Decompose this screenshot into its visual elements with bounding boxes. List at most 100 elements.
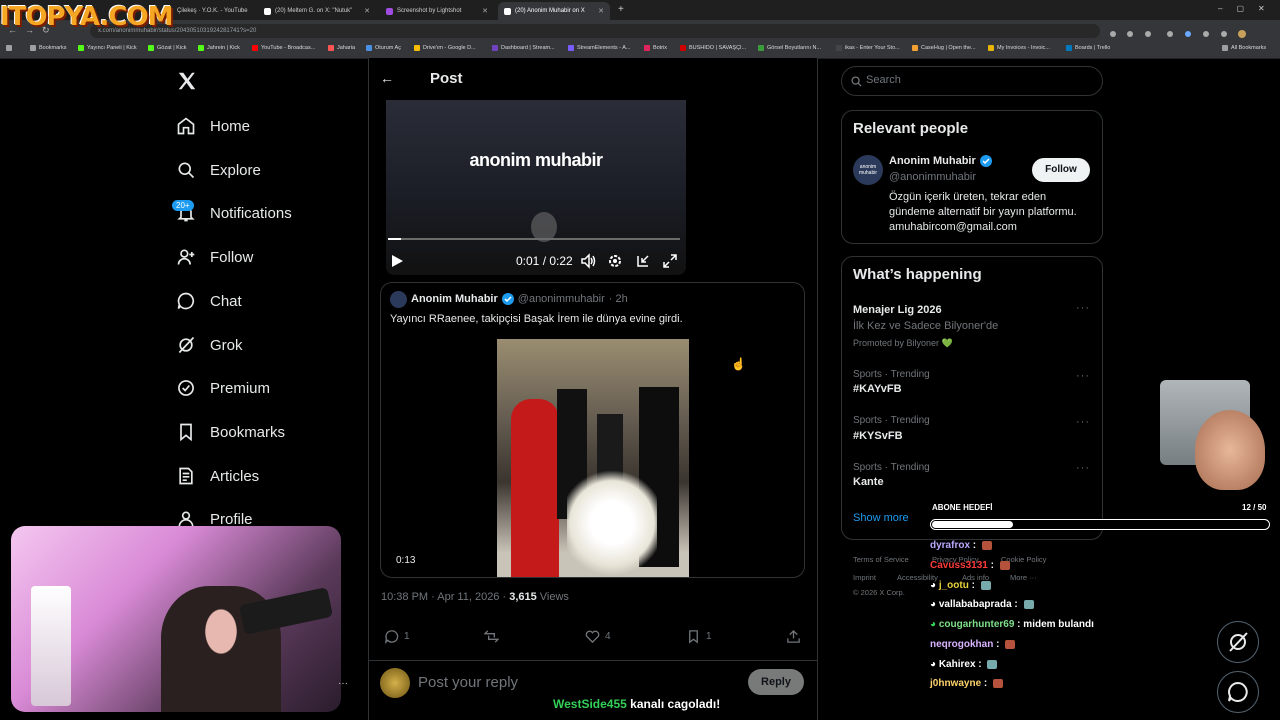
browser-tab-active[interactable]: (20) Anonim Muhabir on X ✕ <box>498 2 610 20</box>
pip-icon[interactable] <box>635 253 651 274</box>
bookmark-item[interactable]: Gözat | Kick <box>148 45 187 51</box>
video-player[interactable] <box>386 100 686 275</box>
bookmark-item[interactable]: My Invoices - Invoic... <box>988 45 1050 51</box>
avatar[interactable]: anonim muhabir <box>853 155 883 185</box>
nav-bookmarks[interactable]: Bookmarks <box>176 418 285 446</box>
goal-label: ABONE HEDEFİ <box>932 503 993 512</box>
show-more-link[interactable]: Show more <box>853 512 909 524</box>
bookmark-item[interactable]: Dashboard | Stream... <box>492 45 555 51</box>
chat-message: j0hnwayne : <box>930 678 1004 689</box>
video-progress-track[interactable] <box>388 238 680 240</box>
close-icon[interactable]: ✕ <box>364 7 370 15</box>
repost-icon <box>484 630 499 643</box>
nav-explore[interactable]: Explore <box>176 156 261 184</box>
bookmark-item[interactable]: ikas - Enter Your Sto... <box>836 45 900 51</box>
close-icon[interactable]: ✕ <box>482 7 488 15</box>
trend-name[interactable]: #KYSvFB <box>853 430 903 442</box>
window-controls[interactable]: –▢✕ <box>1218 4 1279 13</box>
follow-button[interactable]: Follow <box>1032 158 1090 182</box>
bookmark-item[interactable]: All Bookmarks <box>1222 45 1266 51</box>
x-logo-icon[interactable] <box>176 70 198 92</box>
notification-badge: 20+ <box>172 200 194 211</box>
more-icon[interactable]: ··· <box>1076 370 1090 382</box>
video-brand-text: anonim muhabir <box>469 150 603 170</box>
more-icon[interactable]: ··· <box>338 678 348 689</box>
chat-message: ◕ j_ootu : <box>930 580 991 591</box>
watermark-logo: ITOPYA.COM <box>0 2 173 32</box>
nav-follow[interactable]: Follow <box>176 243 253 271</box>
badge-icon: ◕ <box>930 580 939 591</box>
bookmark-item[interactable]: Görsel Boyutlarını N... <box>758 45 821 51</box>
emote-icon <box>1023 599 1034 609</box>
apps-icon[interactable] <box>6 45 12 51</box>
bookmark-item[interactable]: Jahrein | Kick <box>198 45 240 51</box>
reply-input[interactable]: Post your reply <box>418 674 518 691</box>
volume-icon[interactable] <box>580 253 596 274</box>
settings-icon[interactable] <box>607 253 623 274</box>
footer-link[interactable]: Terms of Service <box>853 555 909 564</box>
trend-name[interactable]: #KAYvFB <box>853 383 902 395</box>
repost-action[interactable] <box>484 629 504 644</box>
chat-message: ◕ vallababaprada : <box>930 599 1034 610</box>
webcam-overlay <box>11 526 341 712</box>
bookmark-item[interactable]: Yayıncı Paneli | Kick <box>78 45 137 51</box>
reply-action[interactable]: 1 <box>384 629 410 644</box>
more-icon[interactable]: ··· <box>1076 416 1090 428</box>
new-tab-button[interactable]: + <box>618 4 624 15</box>
column-decoration <box>31 586 71 706</box>
browser-tab[interactable]: Screenshot by Lightshot ✕ <box>380 2 494 20</box>
reply-button[interactable]: Reply <box>748 669 804 695</box>
more-icon[interactable]: ··· <box>1076 302 1090 314</box>
back-arrow-icon[interactable]: ← <box>380 70 394 86</box>
bookmark-item[interactable]: StreamElements - A... <box>568 45 631 51</box>
fullscreen-icon[interactable] <box>662 253 678 274</box>
play-icon[interactable] <box>390 254 404 273</box>
bookmark-item[interactable]: Oturum Aç <box>366 45 401 51</box>
extension-icons[interactable] <box>1108 26 1258 38</box>
nav-home[interactable]: Home <box>176 112 250 140</box>
badge-icon: ◕ <box>930 619 939 630</box>
extensions-icon <box>1110 30 1246 38</box>
bookmark-item[interactable]: Boards | Trello <box>1066 45 1110 51</box>
trend-name[interactable]: Menajer Lig 2026 <box>853 304 942 316</box>
post-meta: 10:38 PM · Apr 11, 2026 · 3,615 Views <box>381 591 569 603</box>
nav-premium[interactable]: Premium <box>176 374 270 402</box>
bookmark-item[interactable]: Jaharia <box>328 45 355 51</box>
trend-name[interactable]: Kante <box>853 476 884 488</box>
nav-grok[interactable]: Grok <box>176 331 243 359</box>
search-icon <box>851 74 862 92</box>
chat-message: Cavuss3131 : <box>930 560 1010 571</box>
bookmark-item[interactable]: Bookmarks <box>30 45 67 51</box>
nav-chat[interactable]: Chat <box>176 287 242 315</box>
more-icon[interactable]: ··· <box>1076 462 1090 474</box>
browser-tab[interactable]: (20) Meltem G. on X: "Nutuk" ✕ <box>258 2 376 20</box>
quote-avatar[interactable] <box>390 291 407 308</box>
bookmark-item[interactable]: YouTube - Broadcas... <box>252 45 315 51</box>
browser-tab[interactable]: Çilekeş · Y.O.K. - YouTube✕ <box>160 2 252 20</box>
relevant-people-title: Relevant people <box>853 120 969 137</box>
close-icon[interactable]: ✕ <box>598 7 604 15</box>
bookmark-item[interactable]: CaseHug | Open the... <box>912 45 976 51</box>
emote-icon <box>993 678 1004 688</box>
article-icon <box>179 467 193 485</box>
bookmark-item[interactable]: Drive'ım - Google D... <box>414 45 476 51</box>
premium-icon <box>178 380 194 396</box>
bookmark-item[interactable]: BUSHIDO | SAVAŞÇI... <box>680 45 746 51</box>
bookmark-action[interactable]: 1 <box>686 629 712 644</box>
bookmark-item[interactable]: Botrix <box>644 45 667 51</box>
footer-link[interactable]: Imprint <box>853 573 876 582</box>
footer-link[interactable]: More ··· <box>1010 573 1037 582</box>
relevant-person-name[interactable]: Anonim Muhabir <box>889 155 992 167</box>
share-action[interactable] <box>786 629 801 644</box>
avatar[interactable] <box>380 668 410 698</box>
chat-message: ◕ cougarhunter69 : midem bulandı <box>930 619 1094 630</box>
grok-floating-button[interactable] <box>1217 621 1259 663</box>
url-input[interactable]: x.com/anonimmuhabir/status/2043051031924… <box>90 24 1100 38</box>
quoted-video[interactable] <box>497 339 689 577</box>
quoted-video-time: 0:13 <box>396 555 416 566</box>
quote-author[interactable]: Anonim Muhabir @anonimmuhabir · 2h <box>411 293 628 305</box>
goal-count: 12 / 50 <box>1242 503 1267 512</box>
nav-articles[interactable]: Articles <box>176 462 259 490</box>
like-action[interactable]: 4 <box>585 629 611 644</box>
messages-floating-button[interactable] <box>1217 671 1259 713</box>
